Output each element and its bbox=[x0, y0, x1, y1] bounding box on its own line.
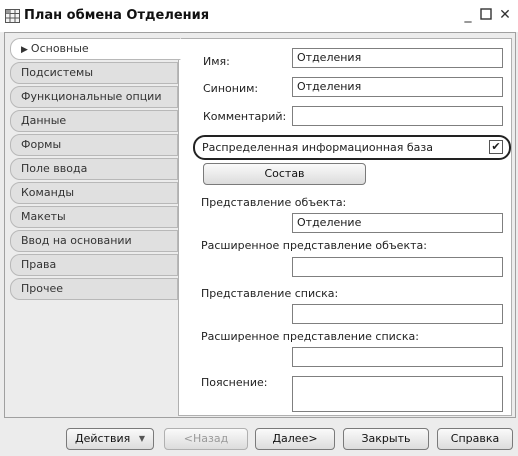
explanation-field[interactable] bbox=[292, 376, 503, 412]
tab-data[interactable]: Данные bbox=[10, 110, 178, 132]
tab-label: Подсистемы bbox=[21, 66, 94, 79]
extended-object-representation-field[interactable] bbox=[292, 257, 503, 277]
object-representation-label: Представление объекта: bbox=[201, 196, 347, 209]
extended-list-representation-field[interactable] bbox=[292, 347, 503, 367]
back-button[interactable]: <Назад bbox=[164, 428, 248, 450]
metadata-editor-window: План обмена Отделения _ ✕ ▶ Основные Подс… bbox=[0, 0, 518, 456]
tab-functional-options[interactable]: Функциональные опции bbox=[10, 86, 178, 108]
name-field[interactable]: Отделения bbox=[292, 48, 503, 68]
tab-templates[interactable]: Макеты bbox=[10, 206, 178, 228]
tab-label: Права bbox=[21, 258, 57, 271]
maximize-icon bbox=[480, 8, 492, 20]
distributed-base-label: Распределенная информационная база bbox=[202, 141, 433, 154]
explanation-label: Пояснение: bbox=[201, 376, 268, 389]
tab-label: Поле ввода bbox=[21, 162, 88, 175]
synonym-label: Синоним: bbox=[203, 82, 259, 95]
tab-forms[interactable]: Формы bbox=[10, 134, 178, 156]
extended-list-representation-label: Расширенное представление списка: bbox=[201, 330, 419, 343]
tab-input-field[interactable]: Поле ввода bbox=[10, 158, 178, 180]
tab-label: Прочее bbox=[21, 282, 64, 295]
name-label: Имя: bbox=[203, 55, 230, 68]
synonym-field[interactable]: Отделения bbox=[292, 77, 503, 97]
comment-field[interactable] bbox=[292, 106, 503, 126]
tab-subsystems[interactable]: Подсистемы bbox=[10, 62, 178, 84]
minimize-button[interactable]: _ bbox=[461, 6, 475, 24]
distributed-base-checkbox[interactable]: ✔ bbox=[489, 140, 503, 154]
actions-label: Действия bbox=[75, 432, 131, 445]
tab-other[interactable]: Прочее bbox=[10, 278, 178, 300]
exchange-plan-icon bbox=[5, 9, 20, 23]
next-button[interactable]: Далее> bbox=[255, 428, 335, 450]
active-tab-arrow-icon: ▶ bbox=[21, 45, 28, 55]
title-bar: План обмена Отделения _ ✕ bbox=[0, 0, 518, 32]
composition-button[interactable]: Состав bbox=[203, 163, 366, 185]
close-window-button[interactable]: ✕ bbox=[498, 6, 512, 24]
actions-button[interactable]: Действия ▼ bbox=[66, 428, 154, 450]
extended-object-representation-label: Расширенное представление объекта: bbox=[201, 239, 427, 252]
maximize-button[interactable] bbox=[479, 7, 493, 25]
tab-main[interactable]: ▶ Основные bbox=[10, 38, 181, 60]
close-button[interactable]: Закрыть bbox=[343, 428, 429, 450]
tab-input-by-string[interactable]: Ввод на основании bbox=[10, 230, 178, 252]
dropdown-arrow-icon: ▼ bbox=[138, 434, 145, 443]
tab-label: Данные bbox=[21, 114, 67, 127]
tab-label: Основные bbox=[30, 42, 89, 55]
tab-label: Макеты bbox=[21, 210, 66, 223]
object-representation-field[interactable]: Отделение bbox=[292, 213, 503, 233]
tab-label: Ввод на основании bbox=[21, 234, 132, 247]
tab-label: Команды bbox=[21, 186, 75, 199]
window-title: План обмена Отделения bbox=[24, 8, 210, 23]
list-representation-label: Представление списка: bbox=[201, 287, 339, 300]
tab-rights[interactable]: Права bbox=[10, 254, 178, 276]
tab-commands[interactable]: Команды bbox=[10, 182, 178, 204]
help-button[interactable]: Справка bbox=[437, 428, 513, 450]
tab-label: Формы bbox=[21, 138, 62, 151]
tab-label: Функциональные опции bbox=[21, 90, 162, 103]
comment-label: Комментарий: bbox=[203, 110, 287, 123]
list-representation-field[interactable] bbox=[292, 304, 503, 324]
